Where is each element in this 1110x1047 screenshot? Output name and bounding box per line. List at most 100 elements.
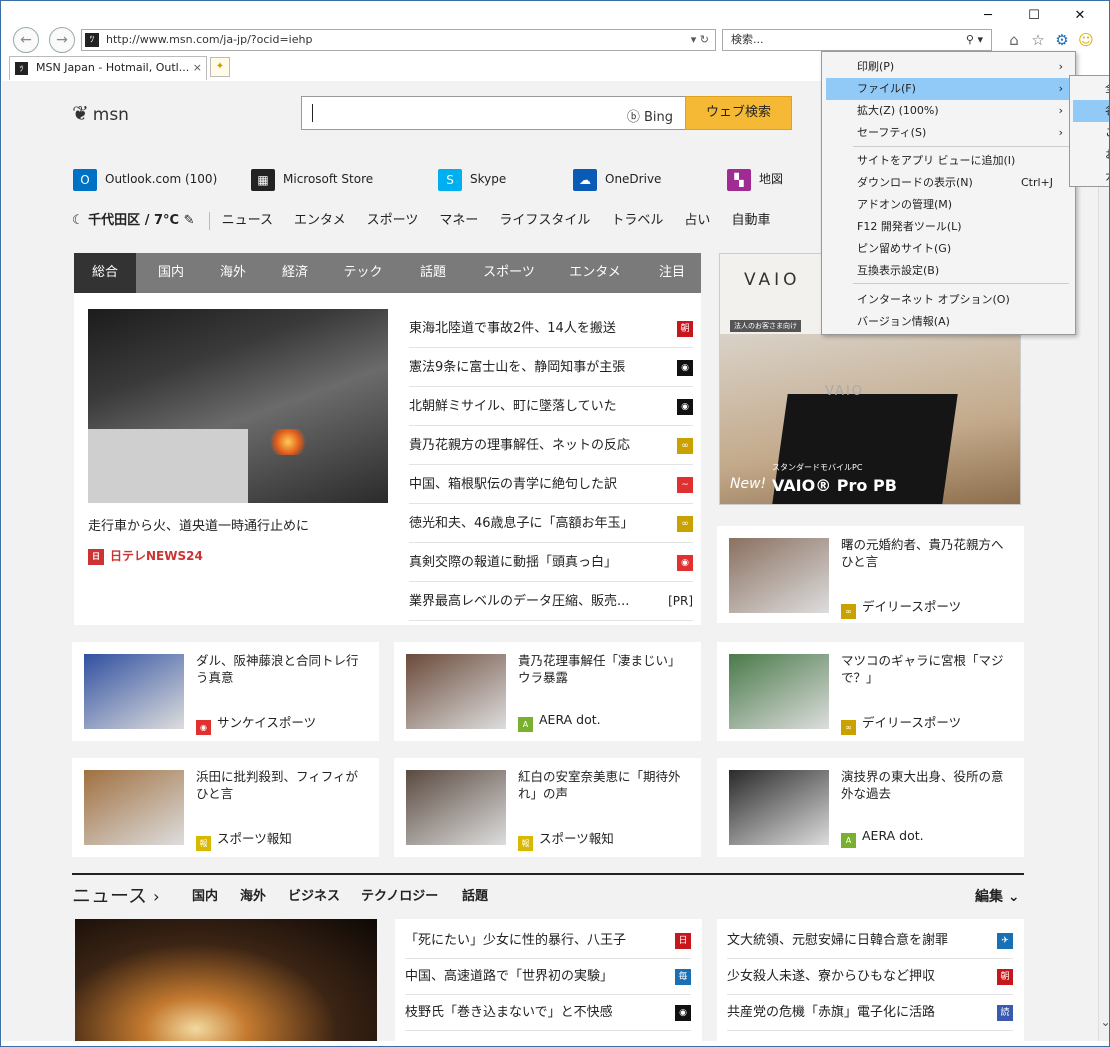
story-thumbnail[interactable]: [84, 770, 184, 845]
headline-text[interactable]: 徳光和夫、46歳息子に「高額お年玉」: [409, 516, 634, 531]
menu-item[interactable]: インターネット オプション(O): [826, 289, 1073, 311]
tab-entertainment[interactable]: エンタメ: [558, 253, 632, 293]
hero-image[interactable]: [88, 309, 388, 503]
story-title[interactable]: ダル、阪神藤浪と合同トレ行う真意: [196, 652, 368, 686]
tab-domestic[interactable]: 国内: [146, 253, 196, 293]
news-text[interactable]: 中国、高速道路で「世界初の実験」: [405, 969, 613, 984]
news-text[interactable]: 文大統領、元慰安婦に日韓合意を謝罪: [727, 933, 948, 948]
minimize-button[interactable]: ─: [971, 5, 1005, 27]
browser-tab[interactable]: ﾂ MSN Japan - Hotmail, Outl... ×: [9, 56, 207, 80]
headline-item[interactable]: 貴乃花親方の理事解任、ネットの反応 ∞: [409, 426, 693, 465]
headline-text[interactable]: 真剣交際の報道に動揺「頭真っ白」: [409, 555, 617, 570]
tab-economy[interactable]: 経済: [270, 253, 320, 293]
menu-item[interactable]: アドオンの管理(M): [826, 194, 1073, 216]
address-bar[interactable]: ﾂ http://www.msn.com/ja-jp/?ocid=iehp ▾ …: [81, 29, 716, 51]
vertical-scrollbar[interactable]: ⌄: [1098, 81, 1109, 1041]
menu-item[interactable]: ダウンロードの表示(N) Ctrl+J: [826, 172, 1073, 194]
story-thumbnail[interactable]: [406, 770, 506, 845]
maximize-button[interactable]: ☐: [1017, 5, 1051, 27]
headline-item[interactable]: 中国、箱根駅伝の青学に絶句した訳 ~: [409, 465, 693, 504]
msn-logo[interactable]: ❦ msn: [72, 101, 129, 125]
tab-featured[interactable]: 注目: [644, 253, 700, 293]
nav-auto[interactable]: 自動車: [731, 209, 770, 228]
nav-lifestyle[interactable]: ライフスタイル: [499, 209, 590, 228]
headline-text[interactable]: 憲法9条に富士山を、静岡知事が主張: [409, 360, 625, 375]
news-item[interactable]: 文大統領、元慰安婦に日韓合意を謝罪 ✈: [727, 923, 1013, 959]
news-item[interactable]: 中国、高速道路で「世界初の実験」 毎: [405, 959, 691, 995]
service-onedrive[interactable]: ☁ OneDrive: [573, 166, 661, 192]
menu-item[interactable]: サイトをアプリ ビューに追加(I): [826, 150, 1073, 172]
story-title[interactable]: 紅白の安室奈美恵に「期待外れ」の声: [518, 768, 690, 802]
story-card[interactable]: 紅白の安室奈美恵に「期待外れ」の声報スポーツ報知: [394, 758, 701, 857]
menu-item[interactable]: 互換表示設定(B): [826, 260, 1073, 282]
headline-item[interactable]: 業界最高レベルのデータ圧縮、販売... [PR]: [409, 582, 693, 621]
back-button[interactable]: ←: [13, 27, 39, 53]
menu-item[interactable]: 印刷(P) ›: [826, 56, 1073, 78]
news-text[interactable]: 枝野氏「巻き込まないで」と不快感: [405, 1005, 613, 1020]
weather-location[interactable]: ☾ 千代田区 / 7°C ✎: [72, 209, 195, 228]
nav-travel[interactable]: トラベル: [611, 209, 663, 228]
web-search-button[interactable]: ウェブ検索: [685, 96, 792, 130]
gear-icon[interactable]: ⚙: [1052, 29, 1072, 51]
story-thumbnail[interactable]: [729, 654, 829, 729]
news-item[interactable]: 「死にたい」少女に性的暴行、八王子 日: [405, 923, 691, 959]
story-card[interactable]: ダル、阪神藤浪と合同トレ行う真意 ◉ サンケイスポーツ: [72, 642, 379, 741]
hero-caption[interactable]: 走行車から火、道央道一時通行止めに: [88, 515, 309, 534]
story-title[interactable]: マツコのギャラに宮根「マジで？」: [841, 652, 1013, 686]
submenu-item[interactable]: こ: [1073, 122, 1109, 144]
news-section-title[interactable]: ニュース ›: [72, 881, 159, 908]
submenu-item[interactable]: お: [1073, 144, 1109, 166]
tab-tech[interactable]: テック: [332, 253, 394, 293]
headline-item[interactable]: 真剣交際の報道に動揺「頭真っ白」 ◉: [409, 543, 693, 582]
forward-button[interactable]: →: [49, 27, 75, 53]
bing-search-input[interactable]: ⓑ Bing: [301, 96, 686, 130]
story-card[interactable]: 貴乃花理事解任「凄まじい」ウラ暴露 A AERA dot.: [394, 642, 701, 741]
headline-item[interactable]: 憲法9条に富士山を、静岡知事が主張 ◉: [409, 348, 693, 387]
nav-entertainment[interactable]: エンタメ: [294, 209, 346, 228]
service-microsoft-store[interactable]: ▦ Microsoft Store: [251, 166, 373, 192]
menu-item[interactable]: F12 開発者ツール(L): [826, 216, 1073, 238]
headline-text[interactable]: 貴乃花親方の理事解任、ネットの反応: [409, 438, 630, 453]
headline-text[interactable]: 業界最高レベルのデータ圧縮、販売...: [409, 594, 629, 609]
headline-text[interactable]: 中国、箱根駅伝の青学に絶句した訳: [409, 477, 617, 492]
story-thumbnail[interactable]: [729, 770, 829, 845]
tab-topics[interactable]: 話題: [406, 253, 460, 293]
nav-news[interactable]: ニュース: [222, 209, 273, 228]
headline-item[interactable]: 北朝鮮ミサイル、町に墜落していた ◉: [409, 387, 693, 426]
submenu-item[interactable]: 名: [1073, 100, 1109, 122]
news-text[interactable]: 「死にたい」少女に性的暴行、八王子: [405, 933, 626, 948]
headline-text[interactable]: 北朝鮮ミサイル、町に墜落していた: [409, 399, 617, 414]
submenu-item[interactable]: 全: [1073, 78, 1109, 100]
news-text[interactable]: 少女殺人未遂、寮からひもなど押収: [727, 969, 935, 984]
edit-button[interactable]: 編集 ⌄: [975, 886, 1020, 906]
favorites-icon[interactable]: ☆: [1028, 29, 1048, 51]
service-skype[interactable]: S Skype: [438, 166, 506, 192]
address-url[interactable]: http://www.msn.com/ja-jp/?ocid=iehp: [106, 30, 312, 50]
tab-close-icon[interactable]: ×: [193, 57, 202, 79]
browser-search-box[interactable]: 検索... ⚲ ▾: [722, 29, 992, 51]
menu-item[interactable]: セーフティ(S) ›: [826, 122, 1073, 144]
story-card[interactable]: 曙の元婚約者、貴乃花親方へひと言 ∞ デイリースポーツ: [717, 526, 1024, 623]
news-item[interactable]: 共産党の危機「赤旗」電子化に活路 読: [727, 995, 1013, 1031]
tab-sports[interactable]: スポーツ: [472, 253, 546, 293]
news-text[interactable]: 共産党の危機「赤旗」電子化に活路: [727, 1005, 935, 1020]
news-item[interactable]: 少女殺人未遂、寮からひもなど押収 朝: [727, 959, 1013, 995]
smile-feedback-icon[interactable]: ☺: [1076, 29, 1096, 51]
headline-item[interactable]: 徳光和夫、46歳息子に「高額お年玉」 ∞: [409, 504, 693, 543]
menu-item[interactable]: ピン留めサイト(G): [826, 238, 1073, 260]
news-subnav-technology[interactable]: テクノロジー: [361, 885, 438, 904]
story-thumbnail[interactable]: [406, 654, 506, 729]
story-card[interactable]: マツコのギャラに宮根「マジで？」 ∞ デイリースポーツ: [717, 642, 1024, 741]
new-tab-button[interactable]: ✦: [210, 57, 230, 77]
news-subnav-world[interactable]: 海外: [240, 885, 266, 904]
headline-item[interactable]: 東海北陸道で事故2件、14人を搬送 朝: [409, 309, 693, 348]
scroll-down-icon[interactable]: ⌄: [1099, 1015, 1109, 1029]
nav-money[interactable]: マネー: [439, 209, 478, 228]
story-title[interactable]: 浜田に批判殺到、フィフィがひと言: [196, 768, 368, 802]
story-card[interactable]: 浜田に批判殺到、フィフィがひと言報スポーツ報知: [72, 758, 379, 857]
search-placeholder[interactable]: 検索...: [731, 30, 764, 50]
story-title[interactable]: 貴乃花理事解任「凄まじい」ウラ暴露: [518, 652, 690, 686]
story-card[interactable]: 演技界の東大出身、役所の意外な過去 A AERA dot.: [717, 758, 1024, 857]
story-title[interactable]: 演技界の東大出身、役所の意外な過去: [841, 768, 1013, 802]
menu-item[interactable]: バージョン情報(A): [826, 311, 1073, 333]
